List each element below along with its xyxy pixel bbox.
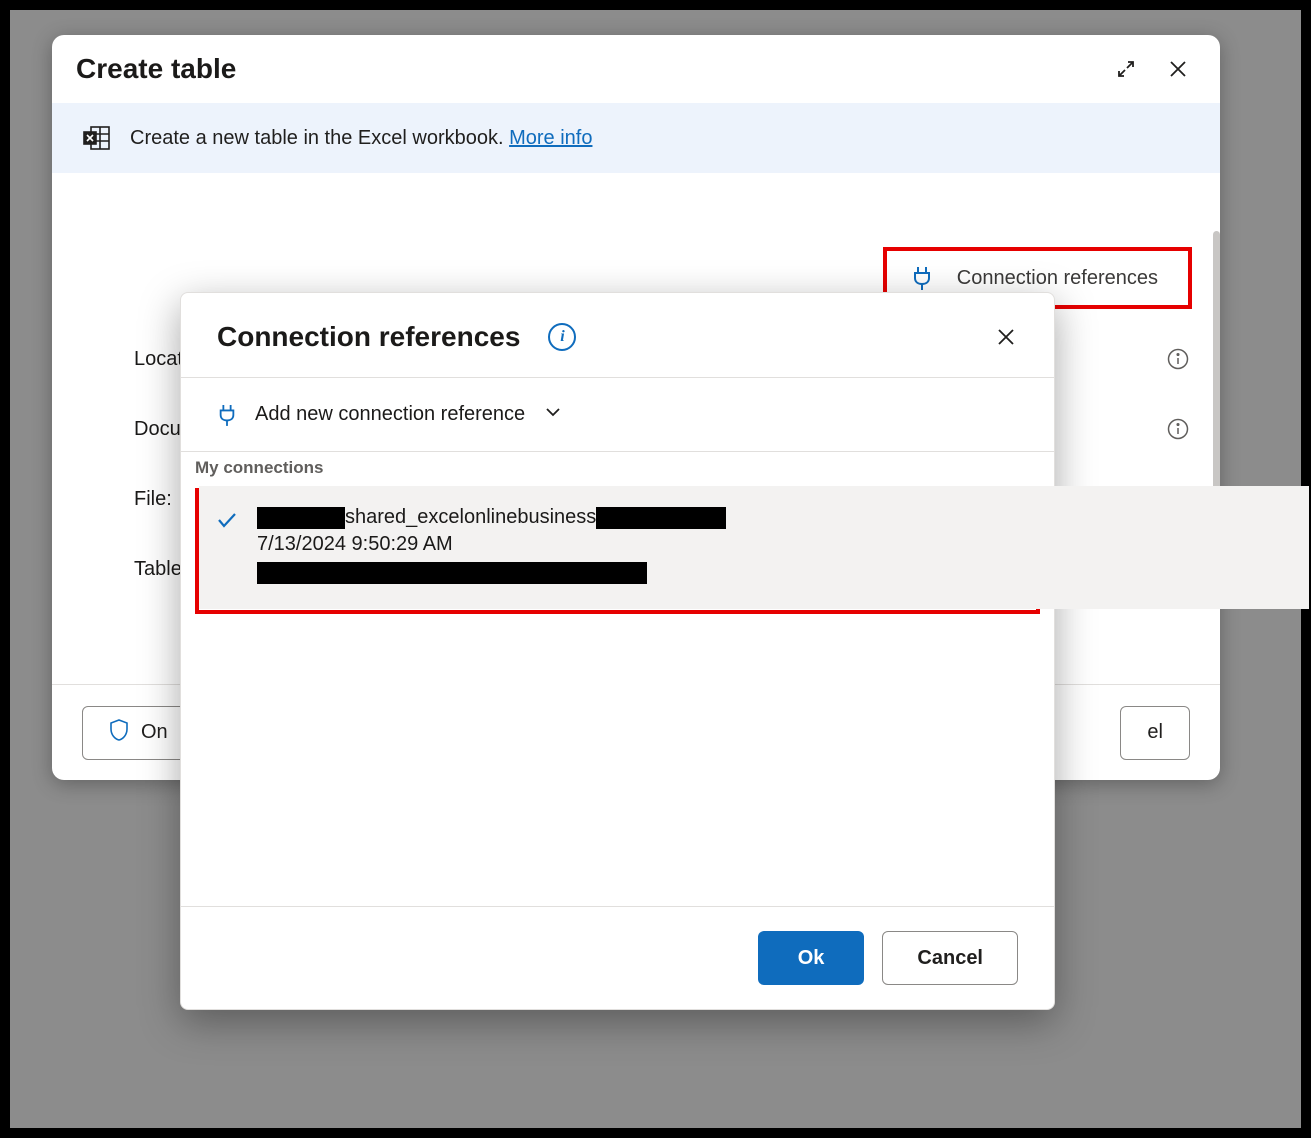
redacted [596,507,726,529]
connection-name-text: shared_excelonlinebusiness [345,506,596,529]
banner-text: Create a new table in the Excel workbook… [130,127,592,150]
connection-item[interactable]: shared_excelonlinebusiness 7/13/2024 9:5… [199,486,1309,609]
scrollbar[interactable] [1213,231,1220,495]
connection-references-label: Connection references [957,267,1158,290]
dialog-footer: Ok Cancel [181,906,1054,1009]
redacted [257,507,345,529]
info-icon[interactable] [1166,417,1190,441]
panel-header: Create table [52,35,1220,103]
redacted [257,562,647,584]
app-background: Create table [8,8,1303,1130]
chevron-down-icon [543,402,563,427]
close-icon[interactable] [994,325,1018,349]
cancel-button-partial[interactable]: el [1120,706,1190,760]
owner-label: On [141,721,168,744]
info-banner: Create a new table in the Excel workbook… [52,103,1220,173]
shield-icon [109,719,129,747]
close-icon[interactable] [1166,57,1190,81]
owner-button[interactable]: On [82,706,195,760]
dialog-title: Connection references [217,321,520,353]
excel-icon [82,123,112,153]
footer-right: el [1120,706,1190,760]
plug-icon [217,403,237,427]
info-icon[interactable] [1166,347,1190,371]
panel-title: Create table [76,53,236,85]
connection-item-highlight: shared_excelonlinebusiness 7/13/2024 9:5… [195,488,1040,614]
expand-icon[interactable] [1114,57,1138,81]
ok-button[interactable]: Ok [758,931,865,985]
connection-name: shared_excelonlinebusiness [257,506,1289,529]
check-icon [215,508,239,537]
connection-timestamp: 7/13/2024 9:50:29 AM [257,533,1289,556]
header-actions [1114,57,1190,81]
connection-references-dialog: Connection references i Add new connecti… [180,292,1055,1010]
plug-icon [911,265,933,291]
connection-subline [257,562,1289,589]
banner-message: Create a new table in the Excel workbook… [130,127,509,149]
info-icon[interactable]: i [548,323,576,351]
add-connection-reference[interactable]: Add new connection reference [181,378,1054,451]
add-connection-label: Add new connection reference [255,403,525,426]
dialog-header: Connection references i [181,293,1054,377]
my-connections-header: My connections [181,452,1054,484]
more-info-link[interactable]: More info [509,127,592,149]
cancel-button[interactable]: Cancel [882,931,1018,985]
